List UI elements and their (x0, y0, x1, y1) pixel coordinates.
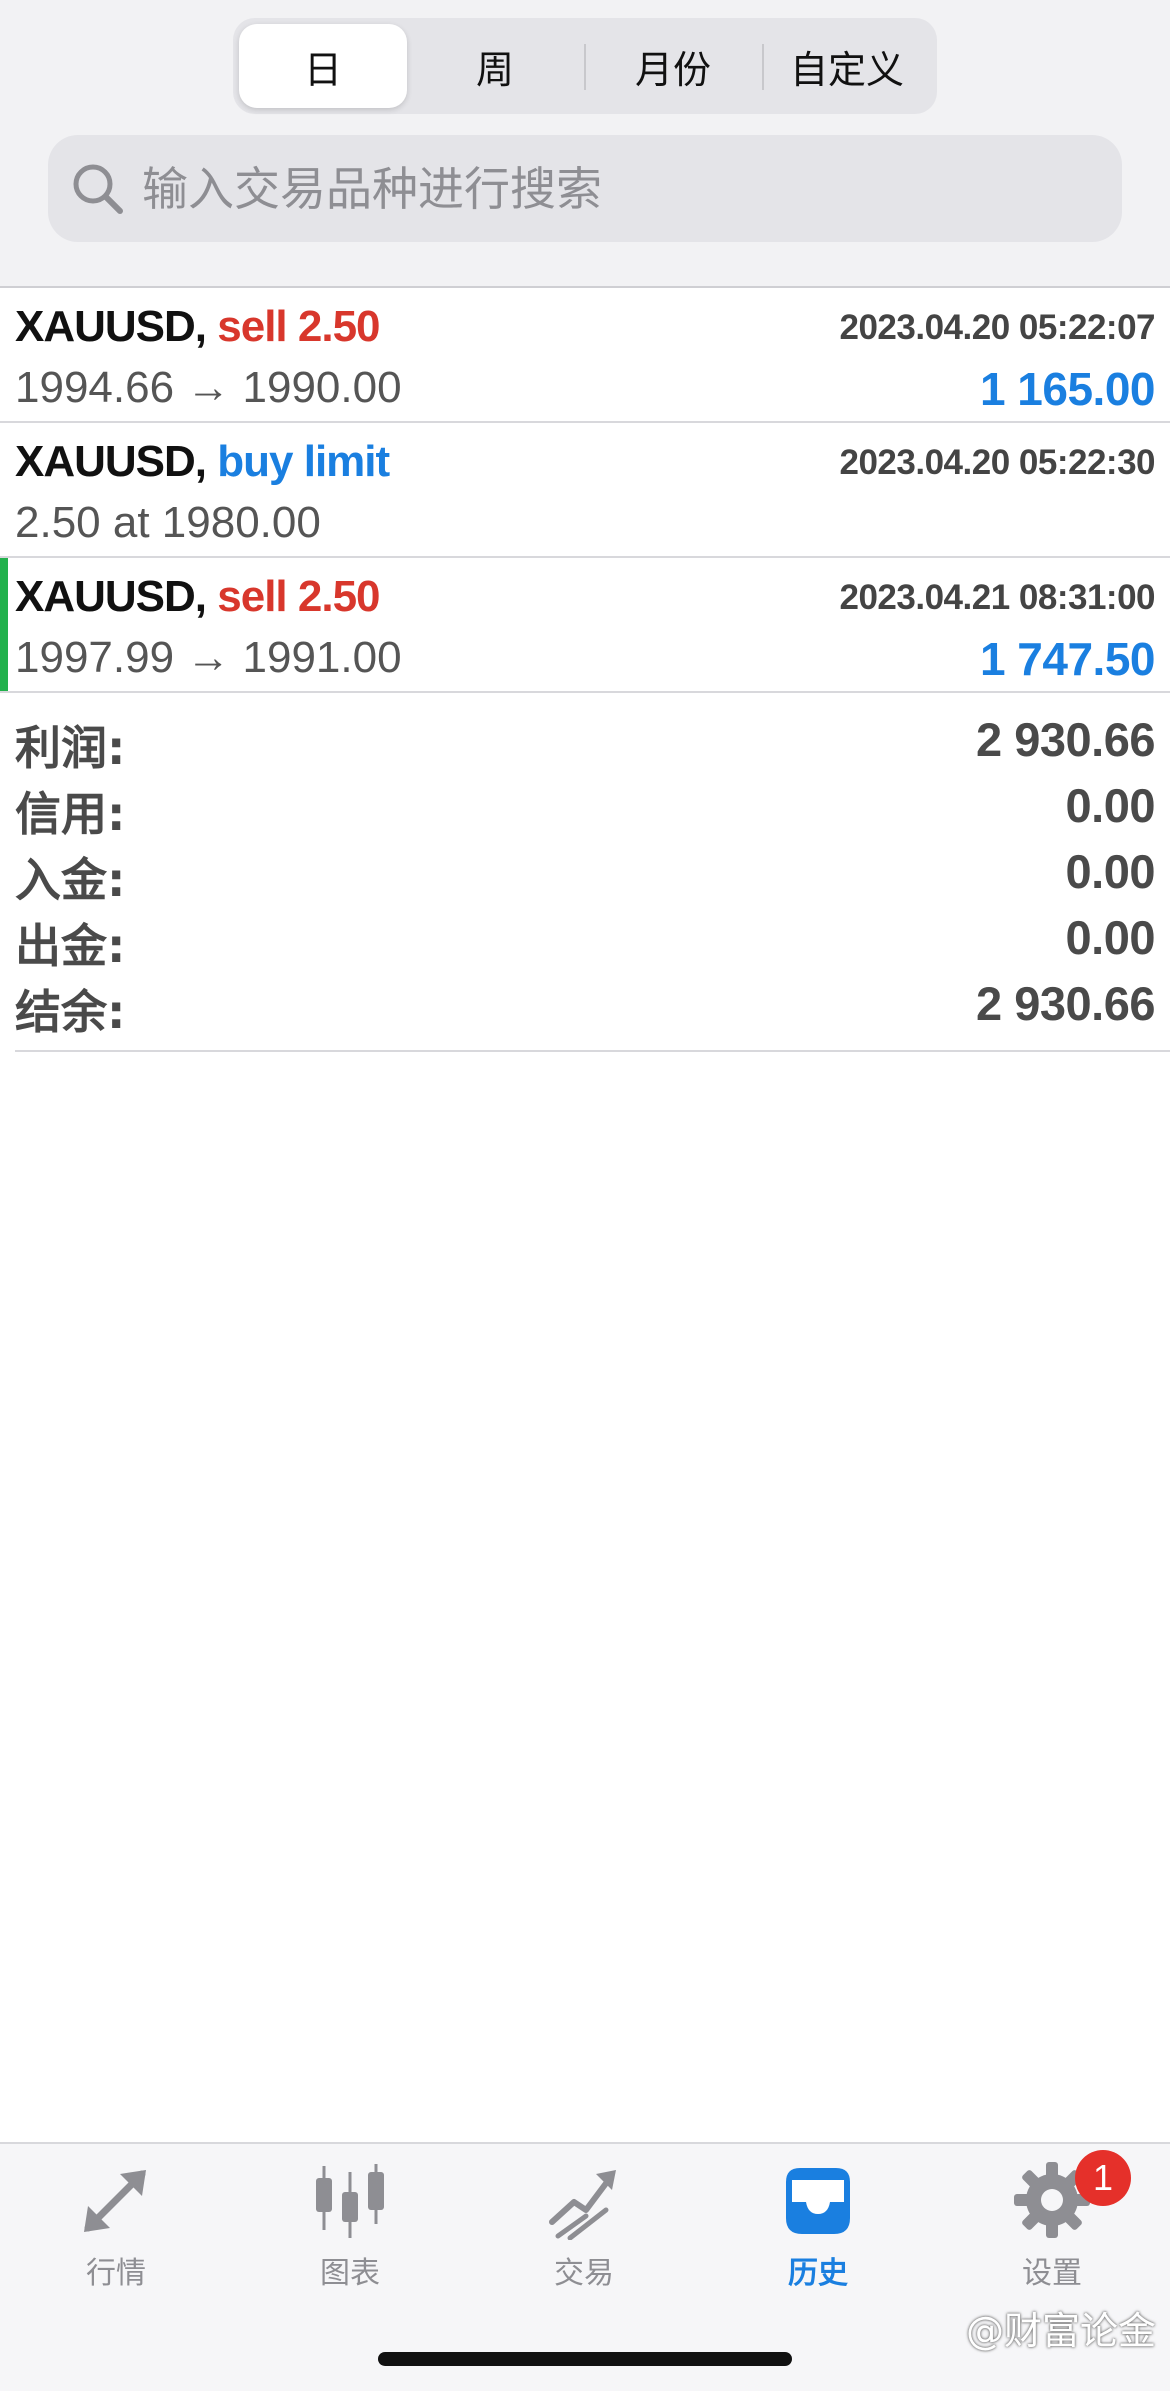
deal-action: sell 2.50 (217, 572, 380, 621)
top-header: 日 周 月份 自定义 (0, 0, 1170, 288)
deal-symbol: XAUUSD, (15, 437, 207, 486)
deal-symbol: XAUUSD, (15, 572, 207, 621)
tab-quotes[interactable]: 行情 (36, 2160, 196, 2300)
deal-time: 2023.04.20 05:22:07 (839, 308, 1156, 347)
deal-price-detail: 1997.99 → 1991.00 (15, 633, 402, 682)
summary-label: 利润: (15, 721, 126, 775)
summary-label: 入金: (15, 853, 126, 907)
tab-label: 交易 (554, 2256, 614, 2291)
watermark: @财富论金 (965, 2309, 1156, 2353)
summary-value: 0.00 (1065, 911, 1156, 964)
home-indicator[interactable] (378, 2352, 792, 2366)
tab-label: 行情 (86, 2256, 146, 2291)
deal-price-detail: 1994.66 → 1990.00 (15, 363, 402, 412)
quotes-arrows-icon (84, 2170, 146, 2232)
settings-notification-badge: 1 (1075, 2150, 1131, 2206)
deal-time: 2023.04.20 05:22:30 (839, 443, 1156, 482)
summary-credit: 信用: 0.00 (15, 778, 1156, 844)
summary-value: 2 930.66 (976, 977, 1155, 1030)
period-tab-custom[interactable]: 自定义 (763, 24, 931, 108)
summary-profit: 利润: 2 930.66 (15, 712, 1155, 778)
summary-label: 信用: (15, 787, 126, 841)
tab-trade[interactable]: 交易 (504, 2160, 664, 2300)
summary-label: 出金: (15, 919, 126, 973)
deal-action: sell 2.50 (217, 302, 380, 351)
tab-label: 图表 (320, 2256, 380, 2291)
deal-profit: 1 747.50 (979, 633, 1156, 685)
deal-row[interactable]: XAUUSD, sell 2.50 2023.04.20 05:22:07 19… (0, 288, 1170, 423)
history-inbox-icon (786, 2168, 850, 2234)
period-segmented-control: 日 周 月份 自定义 (233, 18, 937, 114)
tab-label: 设置 (1022, 2256, 1082, 2291)
period-tab-month[interactable]: 月份 (589, 24, 757, 108)
summary-label: 结余: (15, 985, 126, 1039)
deal-time: 2023.04.21 08:31:00 (839, 578, 1156, 617)
tab-label: 历史 (788, 2256, 848, 2291)
deal-title: XAUUSD, buy limit (15, 437, 390, 487)
search-bar[interactable] (48, 135, 1122, 242)
account-summary: 利润: 2 930.66 信用: 0.00 入金: 0.00 出金: 0.00 … (15, 700, 1170, 1052)
period-tab-day[interactable]: 日 (239, 24, 407, 108)
deal-row-selected[interactable]: XAUUSD, sell 2.50 2023.04.21 08:31:00 19… (0, 558, 1170, 693)
summary-balance: 结余: 2 930.66 (15, 976, 1155, 1042)
summary-value: 0.00 (1065, 779, 1156, 832)
tab-chart[interactable]: 图表 (270, 2160, 430, 2300)
candlestick-chart-icon (316, 2164, 384, 2238)
deal-order-detail: 2.50 at 1980.00 (15, 498, 321, 547)
summary-deposit: 入金: 0.00 (15, 844, 1156, 910)
summary-withdrawal: 出金: 0.00 (15, 910, 1156, 976)
selection-marker (0, 558, 8, 691)
search-icon (73, 164, 123, 214)
deal-profit: 1 165.00 (979, 363, 1156, 415)
search-input[interactable] (140, 160, 1084, 217)
summary-value: 2 930.66 (976, 713, 1155, 766)
deal-row[interactable]: XAUUSD, buy limit 2023.04.20 05:22:30 2.… (0, 423, 1170, 558)
trade-trend-icon (549, 2170, 616, 2240)
deal-title: XAUUSD, sell 2.50 (15, 572, 381, 622)
deal-symbol: XAUUSD, (15, 302, 207, 351)
tab-history[interactable]: 历史 (738, 2160, 898, 2300)
segment-divider (584, 44, 586, 90)
deal-action: buy limit (217, 437, 390, 486)
period-tab-week[interactable]: 周 (411, 24, 579, 108)
deal-title: XAUUSD, sell 2.50 (15, 302, 381, 352)
summary-value: 0.00 (1065, 845, 1156, 898)
